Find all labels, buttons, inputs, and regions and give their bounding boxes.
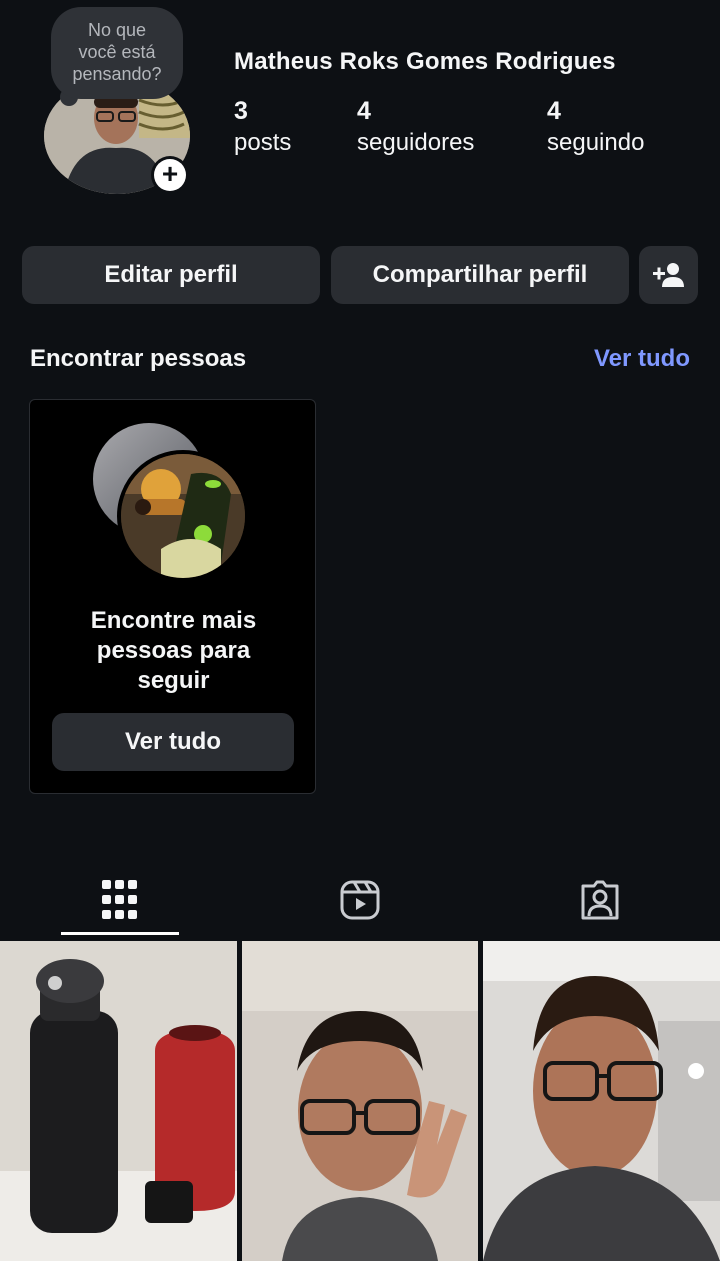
reels-icon: [340, 880, 380, 920]
see-all-link[interactable]: Ver tudo: [594, 345, 690, 373]
tab-grid[interactable]: [60, 868, 180, 932]
tab-tagged[interactable]: [540, 868, 660, 932]
stat-following-label: seguindo: [547, 129, 645, 156]
stat-followers-label: seguidores: [357, 129, 475, 156]
discover-people-button[interactable]: [639, 246, 698, 304]
stat-posts[interactable]: 3 posts: [234, 96, 291, 160]
post-thumbnail[interactable]: [0, 941, 237, 1261]
add-person-icon: [652, 263, 684, 287]
card-text-line: Encontre mais: [90, 607, 257, 634]
note-line: No que: [87, 20, 147, 40]
share-profile-button[interactable]: Compartilhar perfil: [331, 246, 629, 304]
stat-following-count: 4: [547, 97, 561, 125]
suggested-avatars: [90, 420, 250, 582]
suggested-avatar-front: [117, 450, 249, 582]
active-tab-indicator: [61, 932, 179, 935]
note-line: você está: [78, 42, 156, 62]
profile-page: + No que você está pensando? Matheus Rok…: [0, 0, 720, 1261]
note-line: pensando?: [72, 64, 162, 84]
add-story-button[interactable]: +: [151, 156, 189, 194]
edit-profile-button[interactable]: Editar perfil: [22, 246, 320, 304]
profile-username: Matheus Roks Gomes Rodrigues: [234, 48, 616, 75]
stat-posts-label: posts: [234, 129, 292, 156]
note-bubble[interactable]: No que você está pensando?: [51, 7, 183, 99]
post-thumbnail[interactable]: [483, 941, 720, 1261]
card-text-line: seguir: [137, 667, 210, 694]
tab-reels[interactable]: [300, 868, 420, 932]
stat-posts-count: 3: [234, 97, 248, 125]
stat-followers-count: 4: [357, 97, 371, 125]
grid-icon: [102, 880, 137, 919]
card-text-line: pessoas para: [96, 637, 251, 664]
see-all-button[interactable]: Ver tudo: [52, 713, 294, 771]
stat-following[interactable]: 4 seguindo: [547, 96, 644, 160]
find-people-title: Encontrar pessoas: [30, 345, 247, 372]
suggestion-card: Encontre mais pessoas para seguir Ver tu…: [29, 399, 316, 794]
suggestion-card-text: Encontre mais pessoas para seguir: [30, 606, 317, 696]
plus-icon: +: [154, 159, 186, 191]
stat-followers[interactable]: 4 seguidores: [357, 96, 474, 160]
post-thumbnail[interactable]: [242, 941, 478, 1261]
tagged-person-icon: [581, 880, 619, 920]
